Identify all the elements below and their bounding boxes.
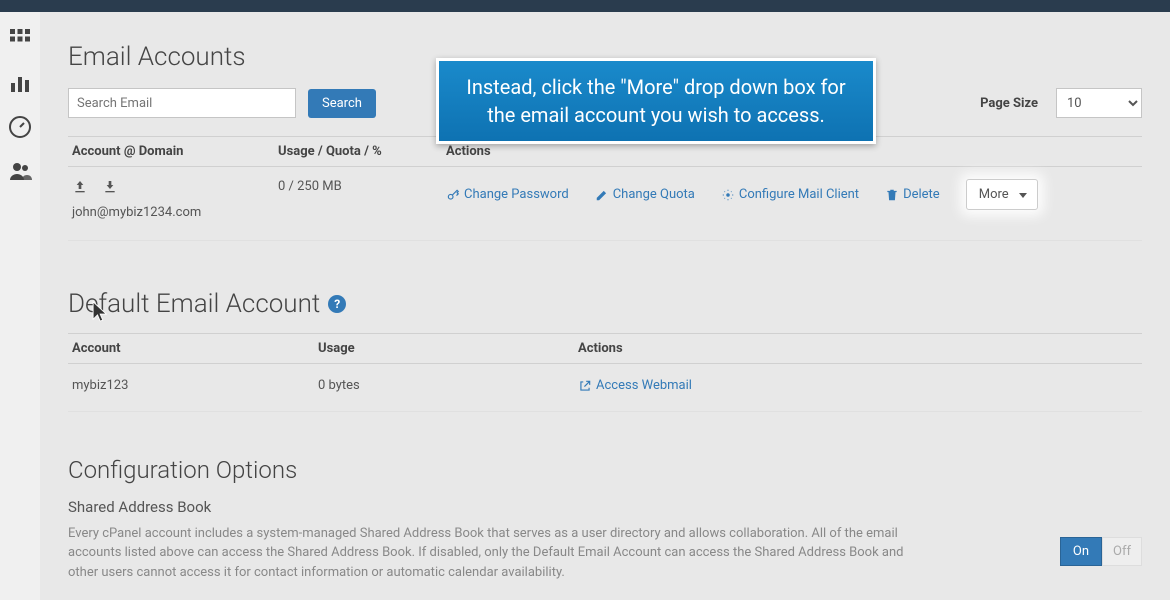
- default-usage: 0 bytes: [318, 378, 578, 397]
- search-input[interactable]: [68, 88, 296, 118]
- users-icon[interactable]: [8, 159, 32, 183]
- pagesize-group: Page Size 10: [980, 88, 1142, 118]
- default-account-title: Default Email Account ?: [68, 289, 1142, 319]
- col-header-actions: Actions: [446, 144, 1142, 159]
- pagesize-label: Page Size: [980, 96, 1038, 111]
- delete-link[interactable]: Delete: [885, 187, 940, 202]
- external-link-icon: [578, 379, 592, 393]
- default-table-row: mybiz123 0 bytes Access Webmail: [68, 364, 1142, 412]
- access-webmail-link[interactable]: Access Webmail: [578, 378, 692, 393]
- sidebar: [0, 12, 40, 600]
- toggle-group: On Off: [1060, 537, 1142, 566]
- toggle-on-button[interactable]: On: [1060, 537, 1102, 566]
- pagesize-select[interactable]: 10: [1056, 88, 1142, 118]
- dcol-account: Account: [68, 341, 318, 356]
- trash-icon: [885, 188, 899, 202]
- grid-icon[interactable]: [8, 27, 32, 51]
- gear-icon: [721, 188, 735, 202]
- dcol-actions: Actions: [578, 341, 1142, 356]
- toggle-off-button[interactable]: Off: [1102, 537, 1142, 566]
- configure-mail-link[interactable]: Configure Mail Client: [721, 187, 859, 202]
- account-email: john@mybiz1234.com: [72, 205, 278, 220]
- key-icon: [446, 188, 460, 202]
- actions-cell: Change Password Change Quota Configure M…: [446, 179, 1142, 210]
- dashboard-icon[interactable]: [8, 115, 32, 139]
- more-dropdown[interactable]: More: [966, 179, 1038, 210]
- dcol-usage: Usage: [318, 341, 578, 356]
- download-icon[interactable]: [102, 179, 118, 195]
- stats-icon[interactable]: [8, 71, 32, 95]
- change-password-link[interactable]: Change Password: [446, 187, 569, 202]
- default-table-header: Account Usage Actions: [68, 333, 1142, 364]
- default-account-name: mybiz123: [68, 378, 318, 397]
- upload-icon[interactable]: [72, 179, 88, 195]
- search-button[interactable]: Search: [308, 89, 376, 118]
- usage-cell: 0 / 250 MB: [278, 179, 446, 194]
- pencil-icon: [595, 188, 609, 202]
- config-title: Configuration Options: [68, 456, 1142, 484]
- change-quota-link[interactable]: Change Quota: [595, 187, 695, 202]
- instruction-overlay: Instead, click the "More" drop down box …: [436, 58, 876, 144]
- config-subtitle: Shared Address Book: [68, 498, 1142, 516]
- col-header-usage: Usage / Quota / %: [278, 144, 446, 159]
- top-bar: [0, 0, 1170, 12]
- account-cell: john@mybiz1234.com: [68, 179, 278, 220]
- col-header-account: Account @ Domain: [68, 144, 278, 159]
- help-icon[interactable]: ?: [328, 295, 346, 313]
- config-description: Every cPanel account includes a system-m…: [68, 524, 928, 583]
- table-row: john@mybiz1234.com 0 / 250 MB Change Pas…: [68, 167, 1142, 241]
